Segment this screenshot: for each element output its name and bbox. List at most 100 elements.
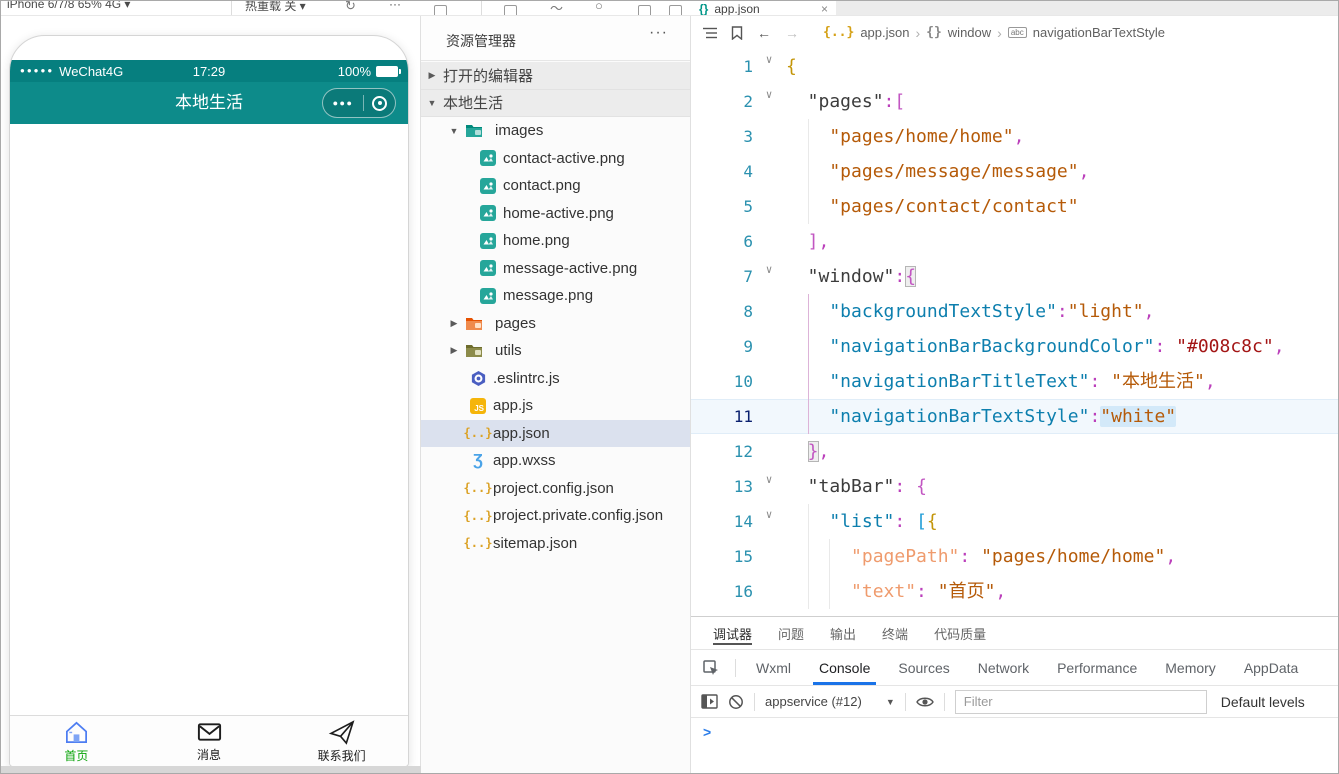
tree-section-本地生活[interactable]: ▼本地生活 [421, 90, 690, 118]
fold-chevron-icon[interactable]: ∨ [759, 49, 779, 77]
breadcrumb-segment[interactable]: window [948, 25, 991, 40]
code-line-5[interactable]: 5"pages/contact/contact" [691, 189, 1338, 224]
code-line-7[interactable]: 7∨"window":{ [691, 259, 1338, 294]
breadcrumb[interactable]: {..}app.json›{}window›abcnavigationBarTe… [823, 25, 1165, 41]
log-level-select[interactable]: Default levels [1221, 694, 1305, 710]
tree-item-pages[interactable]: ▶pages [421, 310, 690, 338]
expand-arrow-icon[interactable]: ▶ [427, 70, 437, 81]
tree-item-contact.png[interactable]: contact.png [421, 172, 690, 200]
phone-tab-首页[interactable]: 首页 [10, 716, 143, 766]
nav-back-icon[interactable]: ← [757, 25, 771, 41]
console-filter-input[interactable] [955, 690, 1207, 714]
expand-arrow-icon[interactable]: ▶ [449, 345, 459, 356]
tree-section-打开的编辑器[interactable]: ▶打开的编辑器 [421, 62, 690, 90]
code-line-3[interactable]: 3"pages/home/home", [691, 119, 1338, 154]
compile-icon[interactable] [504, 5, 517, 16]
exit-miniprogram-icon[interactable] [364, 96, 395, 111]
code-line-4[interactable]: 4"pages/message/message", [691, 154, 1338, 189]
breadcrumb-segment[interactable]: app.json [860, 25, 909, 40]
devtools-tab-Console[interactable]: Console [805, 650, 884, 685]
devtools-tab-AppData[interactable]: AppData [1230, 650, 1312, 685]
close-tab-icon[interactable]: × [821, 2, 828, 16]
devtools-tab-Wxml[interactable]: Wxml [742, 650, 805, 685]
tree-item-message-active.png[interactable]: message-active.png [421, 255, 690, 283]
tree-item-images[interactable]: ▼images [421, 117, 690, 145]
indent-guide [829, 574, 851, 609]
fold-chevron-icon[interactable]: ∨ [759, 497, 779, 532]
tree-item-.eslintrc.js[interactable]: .eslintrc.js [421, 365, 690, 393]
indent-guide [786, 119, 808, 154]
refresh-icon[interactable]: ↻ [345, 1, 356, 14]
code-line-11[interactable]: 11"navigationBarTextStyle":"white" [691, 399, 1338, 434]
tree-item-home-active.png[interactable]: home-active.png [421, 200, 690, 228]
console-sidebar-icon[interactable] [701, 694, 718, 709]
fold-chevron-icon[interactable]: ∨ [759, 252, 779, 287]
code-line-9[interactable]: 9"navigationBarBackgroundColor": "#008c8… [691, 329, 1338, 364]
fold-chevron-icon[interactable]: ∨ [759, 77, 779, 112]
panel-tab-终端[interactable]: 终端 [882, 617, 908, 649]
explorer-more-icon[interactable]: ··· [649, 24, 668, 42]
phone-tab-消息[interactable]: 消息 [143, 716, 276, 766]
panel-toggle-icon[interactable] [434, 5, 447, 16]
console-output[interactable]: > [691, 718, 1338, 774]
tree-item-contact-active.png[interactable]: contact-active.png [421, 145, 690, 173]
tree-item-app.js[interactable]: JSapp.js [421, 392, 690, 420]
code-line-6[interactable]: 6], [691, 224, 1338, 259]
nav-forward-icon[interactable]: → [785, 25, 799, 41]
panel-tab-输出[interactable]: 输出 [830, 617, 856, 649]
tree-item-home.png[interactable]: home.png [421, 227, 690, 255]
bookmark-icon[interactable] [731, 26, 743, 40]
expand-arrow-icon[interactable]: ▼ [427, 98, 437, 108]
fold-chevron-icon[interactable]: ∨ [759, 462, 779, 497]
expand-arrow-icon[interactable]: ▼ [449, 126, 459, 136]
breadcrumb-segment[interactable]: navigationBarTextStyle [1033, 25, 1165, 40]
phone-tab-联系我们[interactable]: 联系我们 [275, 716, 408, 766]
code-area[interactable]: 1∨{2∨"pages":[3"pages/home/home",4"pages… [691, 49, 1338, 616]
tab-app-json[interactable]: {} app.json × [691, 1, 836, 16]
code-line-8[interactable]: 8"backgroundTextStyle":"light", [691, 294, 1338, 329]
code-line-12[interactable]: 12}, [691, 434, 1338, 469]
panel-tab-问题[interactable]: 问题 [778, 617, 804, 649]
remote-debug-icon[interactable]: ○ [595, 1, 603, 13]
tree-item-app.json[interactable]: {..}app.json [421, 420, 690, 448]
panel-tab-调试器[interactable]: 调试器 [713, 617, 752, 649]
execution-context-select[interactable]: appservice (#12) [765, 694, 862, 709]
tree-item-project.config.json[interactable]: {..}project.config.json [421, 475, 690, 503]
context-caret-icon[interactable]: ▼ [886, 697, 895, 707]
indent-guide [786, 574, 808, 609]
devtools-tab-Memory[interactable]: Memory [1151, 650, 1230, 685]
outline-icon[interactable] [703, 27, 717, 39]
more-menu-icon[interactable]: ··· [389, 1, 401, 11]
live-expression-eye-icon[interactable] [916, 695, 934, 709]
hot-reload-menu[interactable]: 热重载 关 ▾ [245, 1, 306, 14]
code-line-10[interactable]: 10"navigationBarTitleText": "本地生活", [691, 364, 1338, 399]
clear-console-icon[interactable] [728, 694, 744, 710]
device-menu[interactable]: iPhone 6/7/8 65% 4G ▾ [7, 1, 130, 11]
tree-item-sitemap.json[interactable]: {..}sitemap.json [421, 530, 690, 558]
expand-arrow-icon[interactable]: ▶ [449, 318, 459, 329]
code-text: "list": [{ [786, 504, 938, 539]
panel-tab-代码质量[interactable]: 代码质量 [934, 617, 986, 649]
indent-guide [786, 504, 808, 539]
tree-item-project.private.config.json[interactable]: {..}project.private.config.json [421, 502, 690, 530]
devtools-tab-Sources[interactable]: Sources [884, 650, 963, 685]
layout-icon[interactable] [669, 5, 682, 16]
tree-item-utils[interactable]: ▶utils [421, 337, 690, 365]
token: [ [916, 511, 927, 532]
code-line-13[interactable]: 13∨"tabBar": { [691, 469, 1338, 504]
console-prompt[interactable]: > [703, 724, 711, 740]
preview-icon[interactable]: 〜 [550, 1, 563, 16]
code-line-16[interactable]: 16"text": "首页", [691, 574, 1338, 609]
code-line-2[interactable]: 2∨"pages":[ [691, 84, 1338, 119]
code-line-14[interactable]: 14∨"list": [{ [691, 504, 1338, 539]
devtools-tab-Performance[interactable]: Performance [1043, 650, 1151, 685]
split-view-icon[interactable] [638, 5, 651, 16]
inspect-element-icon[interactable] [699, 660, 723, 676]
more-actions-icon[interactable]: ●●● [323, 98, 363, 108]
code-line-1[interactable]: 1∨{ [691, 49, 1338, 84]
tree-item-app.wxss[interactable]: Ʒapp.wxss [421, 447, 690, 475]
tree-item-message.png[interactable]: message.png [421, 282, 690, 310]
devtools-tab-Network[interactable]: Network [964, 650, 1043, 685]
code-line-15[interactable]: 15"pagePath": "pages/home/home", [691, 539, 1338, 574]
tree-item-label: project.private.config.json [493, 507, 663, 524]
